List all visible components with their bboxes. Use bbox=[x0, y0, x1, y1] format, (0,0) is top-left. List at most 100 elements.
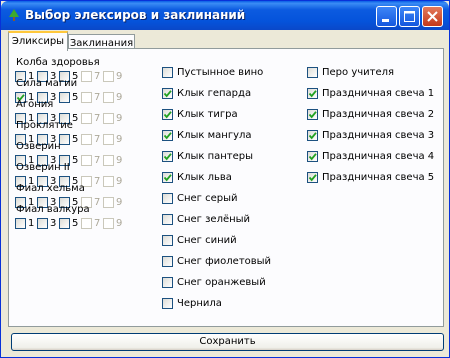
level-checkbox-3[interactable] bbox=[37, 218, 48, 229]
item-label: Клык мангула bbox=[177, 130, 252, 141]
item-label: Снег зелёный bbox=[177, 214, 251, 225]
level-checkbox-9 bbox=[103, 113, 114, 124]
item-label: Снег оранжевый bbox=[177, 277, 266, 288]
elixir-label: Озверин II bbox=[16, 162, 70, 173]
level-checkbox-5[interactable] bbox=[59, 218, 70, 229]
level-label: 7 bbox=[94, 197, 101, 208]
app-window: Выбор элексиров и заклинаний Эликсиры За… bbox=[0, 0, 450, 358]
item-label: Клык гепарда bbox=[177, 88, 252, 99]
level-checkbox-7 bbox=[81, 92, 92, 103]
level-label: 3 bbox=[50, 218, 57, 229]
level-label: 5 bbox=[72, 134, 79, 145]
item-label: Чернила bbox=[177, 298, 222, 309]
level-label: 9 bbox=[116, 92, 123, 103]
title-bar[interactable]: Выбор элексиров и заклинаний bbox=[1, 1, 449, 30]
elixir-label: Агония bbox=[16, 99, 54, 110]
level-checkbox-9 bbox=[103, 176, 114, 187]
level-checkbox-9 bbox=[103, 92, 114, 103]
tab-elixirs[interactable]: Эликсиры bbox=[8, 31, 68, 51]
elixir-label: Фиал хельма bbox=[16, 183, 85, 194]
level-label: 7 bbox=[94, 134, 101, 145]
level-label: 9 bbox=[116, 155, 123, 166]
save-button[interactable]: Сохранить bbox=[11, 333, 444, 351]
item-label: Клык пантеры bbox=[177, 151, 254, 162]
item-label: Клык тигра bbox=[177, 109, 238, 120]
minimize-icon bbox=[382, 19, 389, 22]
item-checkbox[interactable] bbox=[162, 193, 173, 204]
checkmark-icon bbox=[163, 132, 172, 140]
window-title: Выбор элексиров и заклинаний bbox=[25, 8, 246, 22]
candle-label: Праздничная свеча 4 bbox=[322, 151, 435, 162]
elixir-label: Колба здоровья bbox=[16, 57, 100, 68]
item-label: Пустынное вино bbox=[177, 67, 264, 78]
level-label: 9 bbox=[116, 176, 123, 187]
level-label: 9 bbox=[116, 113, 123, 124]
level-checkbox-9 bbox=[103, 134, 114, 145]
elixir-label: Проклятие bbox=[16, 120, 73, 131]
close-button[interactable] bbox=[422, 6, 443, 27]
elixir-label: Сила магии bbox=[16, 78, 78, 89]
level-label: 7 bbox=[94, 176, 101, 187]
candle-label: Праздничная свеча 2 bbox=[322, 109, 435, 120]
item-checkbox[interactable] bbox=[162, 88, 173, 99]
item-checkbox[interactable] bbox=[162, 151, 173, 162]
candle-checkbox[interactable] bbox=[307, 88, 318, 99]
item-checkbox[interactable] bbox=[162, 214, 173, 225]
level-checkbox-5[interactable] bbox=[59, 92, 70, 103]
window-client: Эликсиры Заклинания Колба здоровья 1 3 5 7 9 С… bbox=[4, 30, 446, 356]
level-label: 9 bbox=[116, 71, 123, 82]
level-label: 7 bbox=[94, 218, 101, 229]
level-label: 7 bbox=[94, 155, 101, 166]
maximize-button[interactable] bbox=[399, 6, 420, 27]
item-checkbox[interactable] bbox=[162, 109, 173, 120]
item-checkbox[interactable] bbox=[162, 256, 173, 267]
level-label: 5 bbox=[72, 92, 79, 103]
item-checkbox[interactable] bbox=[162, 235, 173, 246]
level-checkbox-9 bbox=[103, 218, 114, 229]
checkmark-icon bbox=[308, 111, 317, 119]
elixir-label: Фиал валкура bbox=[16, 204, 90, 215]
level-label: 5 bbox=[72, 113, 79, 124]
candle-checkbox[interactable] bbox=[307, 67, 318, 78]
item-checkbox[interactable] bbox=[162, 277, 173, 288]
level-label: 9 bbox=[116, 134, 123, 145]
item-label: Клык льва bbox=[177, 172, 232, 183]
level-checkbox-7 bbox=[81, 155, 92, 166]
candle-label: Праздничная свеча 1 bbox=[322, 88, 435, 99]
level-label: 7 bbox=[94, 113, 101, 124]
level-label: 1 bbox=[28, 218, 35, 229]
level-checkbox-7 bbox=[81, 134, 92, 145]
checkmark-icon bbox=[163, 90, 172, 98]
maximize-icon bbox=[404, 11, 415, 22]
checkmark-icon bbox=[308, 174, 317, 182]
item-checkbox[interactable] bbox=[162, 172, 173, 183]
level-label: 5 bbox=[72, 155, 79, 166]
level-checkbox-7 bbox=[81, 71, 92, 82]
level-checkbox-9 bbox=[103, 155, 114, 166]
candle-label: Перо учителя bbox=[322, 67, 395, 78]
level-label: 9 bbox=[116, 218, 123, 229]
candle-label: Праздничная свеча 3 bbox=[322, 130, 435, 141]
minimize-button[interactable] bbox=[376, 6, 397, 27]
item-checkbox[interactable] bbox=[162, 130, 173, 141]
item-label: Снег серый bbox=[177, 193, 238, 204]
candle-checkbox[interactable] bbox=[307, 130, 318, 141]
candle-label: Праздничная свеча 5 bbox=[322, 172, 435, 183]
item-label: Снег синий bbox=[177, 235, 237, 246]
item-checkbox[interactable] bbox=[162, 298, 173, 309]
level-checkbox-5[interactable] bbox=[59, 134, 70, 145]
candle-checkbox[interactable] bbox=[307, 172, 318, 183]
candle-checkbox[interactable] bbox=[307, 151, 318, 162]
checkmark-icon bbox=[308, 90, 317, 98]
level-label: 5 bbox=[72, 218, 79, 229]
candle-checkbox[interactable] bbox=[307, 109, 318, 120]
checkmark-icon bbox=[163, 153, 172, 161]
checkmark-icon bbox=[163, 174, 172, 182]
close-icon bbox=[427, 11, 438, 22]
level-label: 9 bbox=[116, 197, 123, 208]
level-checkbox-7 bbox=[81, 218, 92, 229]
level-checkbox-1[interactable] bbox=[15, 218, 26, 229]
item-checkbox[interactable] bbox=[162, 67, 173, 78]
level-checkbox-7 bbox=[81, 113, 92, 124]
item-label: Снег фиолетовый bbox=[177, 256, 272, 267]
